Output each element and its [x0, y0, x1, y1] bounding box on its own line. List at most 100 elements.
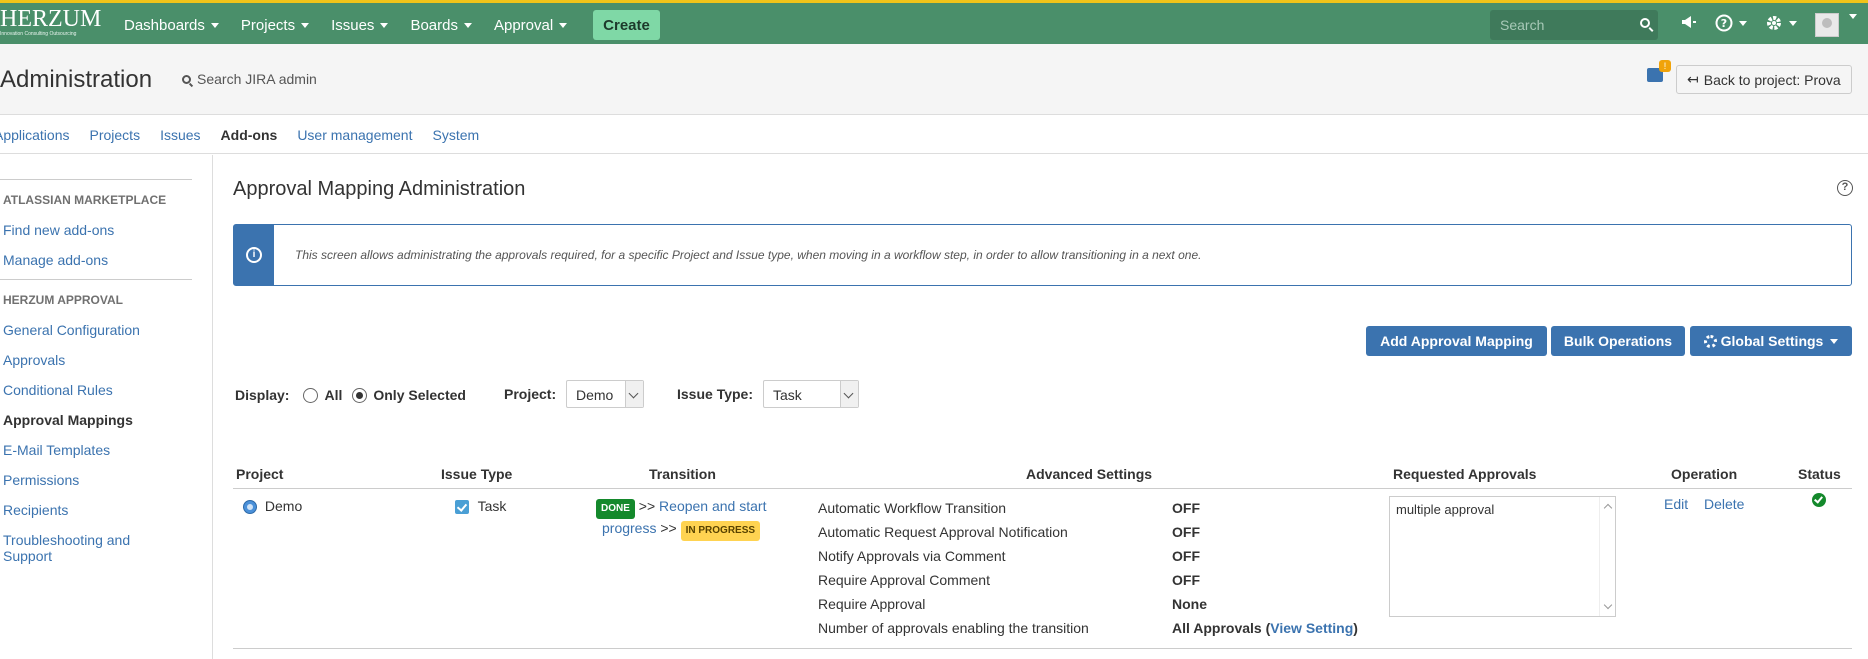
- herzum-logo[interactable]: HERZUM Innovation Consulting Outsourcing: [0, 7, 110, 43]
- back-arrow-icon: ↤: [1687, 71, 1699, 87]
- sidebar-item-conditional-rules[interactable]: Conditional Rules: [3, 382, 183, 398]
- chevron-down-icon: [301, 22, 310, 28]
- nav-approval[interactable]: Approval: [494, 17, 568, 34]
- feedback-icon[interactable]: !: [1647, 60, 1671, 82]
- issue-type-select[interactable]: Task: [763, 380, 859, 408]
- status-ok-icon: [1812, 493, 1826, 507]
- chevron-down-icon: [559, 22, 568, 28]
- sidebar-item-approval-mappings[interactable]: Approval Mappings: [3, 412, 183, 428]
- gear-icon: [1703, 334, 1717, 348]
- search-icon: [1640, 18, 1650, 28]
- advanced-setting-value: OFF: [1172, 500, 1200, 516]
- project-icon: [243, 500, 257, 515]
- gear-icon: [1767, 16, 1781, 30]
- tab-add-ons[interactable]: Add-ons: [221, 127, 278, 143]
- main-nav: Dashboards Projects Issues Boards Approv…: [124, 10, 660, 40]
- display-filter: Display: All Only Selected: [235, 381, 466, 409]
- display-label: Display:: [235, 387, 290, 403]
- tab-applications[interactable]: Applications: [0, 127, 70, 143]
- radio-all-label: All: [324, 387, 343, 403]
- advanced-setting-label: Automatic Workflow Transition: [818, 500, 1007, 516]
- feedback-badge: !: [1659, 60, 1671, 72]
- chevron-down-icon: [1789, 20, 1797, 26]
- global-settings-button[interactable]: Global Settings: [1690, 326, 1852, 356]
- sidebar-item-troubleshooting[interactable]: Troubleshooting and Support: [3, 532, 153, 564]
- admin-header: Administration Search JIRA admin ! ↤ Bac…: [0, 44, 1868, 115]
- sidebar-item-recipients[interactable]: Recipients: [3, 502, 183, 518]
- issue-type-filter-label: Issue Type:: [677, 386, 753, 402]
- megaphone-icon[interactable]: [1680, 14, 1698, 30]
- logo-text: HERZUM: [0, 6, 102, 32]
- scrollbar[interactable]: [1599, 497, 1615, 616]
- chevron-down-icon: [463, 22, 472, 28]
- view-setting-link[interactable]: View Setting: [1270, 620, 1353, 636]
- settings-menu[interactable]: [1765, 14, 1797, 32]
- table-header-divider: [233, 488, 1852, 489]
- sidebar-item-manage-add-ons[interactable]: Manage add-ons: [3, 252, 183, 268]
- advanced-setting-label: Automatic Request Approval Notification: [818, 524, 1068, 540]
- row-transition: DONE >> Reopen and start progress >> IN …: [596, 497, 786, 541]
- advanced-setting-label: Require Approval: [818, 596, 926, 612]
- advanced-setting-value-row: All Approvals (View Setting): [1172, 620, 1358, 636]
- sidebar: ATLASSIAN MARKETPLACE Find new add-ons M…: [0, 155, 213, 659]
- tab-projects[interactable]: Projects: [90, 127, 141, 143]
- radio-only-selected-label: Only Selected: [373, 387, 466, 403]
- info-icon: i: [246, 247, 262, 263]
- info-bar: i: [234, 225, 274, 285]
- chevron-down-icon: [1849, 14, 1857, 19]
- nav-boards[interactable]: Boards: [410, 17, 472, 34]
- admin-tabs: Applications Projects Issues Add-ons Use…: [0, 116, 1868, 154]
- user-avatar[interactable]: [1815, 13, 1839, 37]
- global-settings-label: Global Settings: [1720, 333, 1824, 349]
- tab-issues[interactable]: Issues: [160, 127, 200, 143]
- page-heading: Administration: [0, 66, 153, 93]
- bulk-operations-button[interactable]: Bulk Operations: [1551, 326, 1685, 356]
- top-navigation-bar: HERZUM Innovation Consulting Outsourcing…: [0, 0, 1868, 44]
- project-select[interactable]: Demo: [566, 380, 644, 408]
- advanced-setting-label: Require Approval Comment: [818, 572, 990, 588]
- column-header-advanced-settings: Advanced Settings: [1026, 466, 1153, 482]
- requested-approvals-field[interactable]: multiple approval: [1389, 496, 1616, 617]
- help-menu[interactable]: ?: [1715, 14, 1747, 32]
- back-to-project-button[interactable]: ↤ Back to project: Prova: [1676, 65, 1852, 94]
- admin-search-label: Search JIRA admin: [197, 71, 317, 87]
- help-icon[interactable]: ?: [1837, 180, 1853, 196]
- task-icon: [455, 500, 469, 515]
- radio-only-selected[interactable]: [352, 387, 368, 403]
- tab-user-management[interactable]: User management: [297, 127, 412, 143]
- chevron-down-icon: [1830, 338, 1839, 344]
- row-project[interactable]: Demo: [243, 498, 302, 515]
- page-title: Approval Mapping Administration: [233, 178, 526, 200]
- nav-label: Dashboards: [124, 16, 205, 34]
- paren-close: ): [1353, 620, 1358, 636]
- edit-link[interactable]: Edit: [1664, 496, 1688, 512]
- nav-dashboards[interactable]: Dashboards: [124, 17, 219, 34]
- sidebar-item-permissions[interactable]: Permissions: [3, 472, 183, 488]
- chevron-down-icon: [380, 22, 389, 28]
- column-header-issue-type: Issue Type: [441, 466, 513, 482]
- advanced-setting-value: All Approvals: [1172, 620, 1262, 636]
- admin-search-link[interactable]: Search JIRA admin: [182, 71, 317, 87]
- radio-all[interactable]: [303, 387, 319, 403]
- transition-separator: >>: [638, 498, 656, 514]
- sidebar-heading-herzum-approval: HERZUM APPROVAL: [3, 293, 123, 307]
- create-button[interactable]: Create: [593, 10, 660, 40]
- advanced-setting-label: Notify Approvals via Comment: [818, 548, 1006, 564]
- sidebar-item-approvals[interactable]: Approvals: [3, 352, 183, 368]
- transition-link-cont[interactable]: progress: [602, 520, 656, 536]
- nav-label: Issues: [331, 16, 375, 34]
- advanced-setting-value: OFF: [1172, 548, 1200, 564]
- search-input[interactable]: Search: [1490, 10, 1658, 40]
- add-approval-mapping-button[interactable]: Add Approval Mapping: [1366, 326, 1547, 356]
- user-menu[interactable]: [1843, 14, 1857, 19]
- tab-system[interactable]: System: [432, 127, 479, 143]
- chevron-down-icon: [840, 381, 858, 407]
- nav-projects[interactable]: Projects: [241, 17, 310, 34]
- delete-link[interactable]: Delete: [1704, 496, 1744, 512]
- nav-issues[interactable]: Issues: [331, 16, 389, 34]
- sidebar-item-general-configuration[interactable]: General Configuration: [3, 322, 183, 338]
- sidebar-item-find-new-add-ons[interactable]: Find new add-ons: [3, 222, 183, 238]
- sidebar-item-email-templates[interactable]: E-Mail Templates: [3, 442, 183, 458]
- transition-link[interactable]: Reopen and start: [659, 498, 766, 514]
- column-header-operation: Operation: [1671, 466, 1738, 482]
